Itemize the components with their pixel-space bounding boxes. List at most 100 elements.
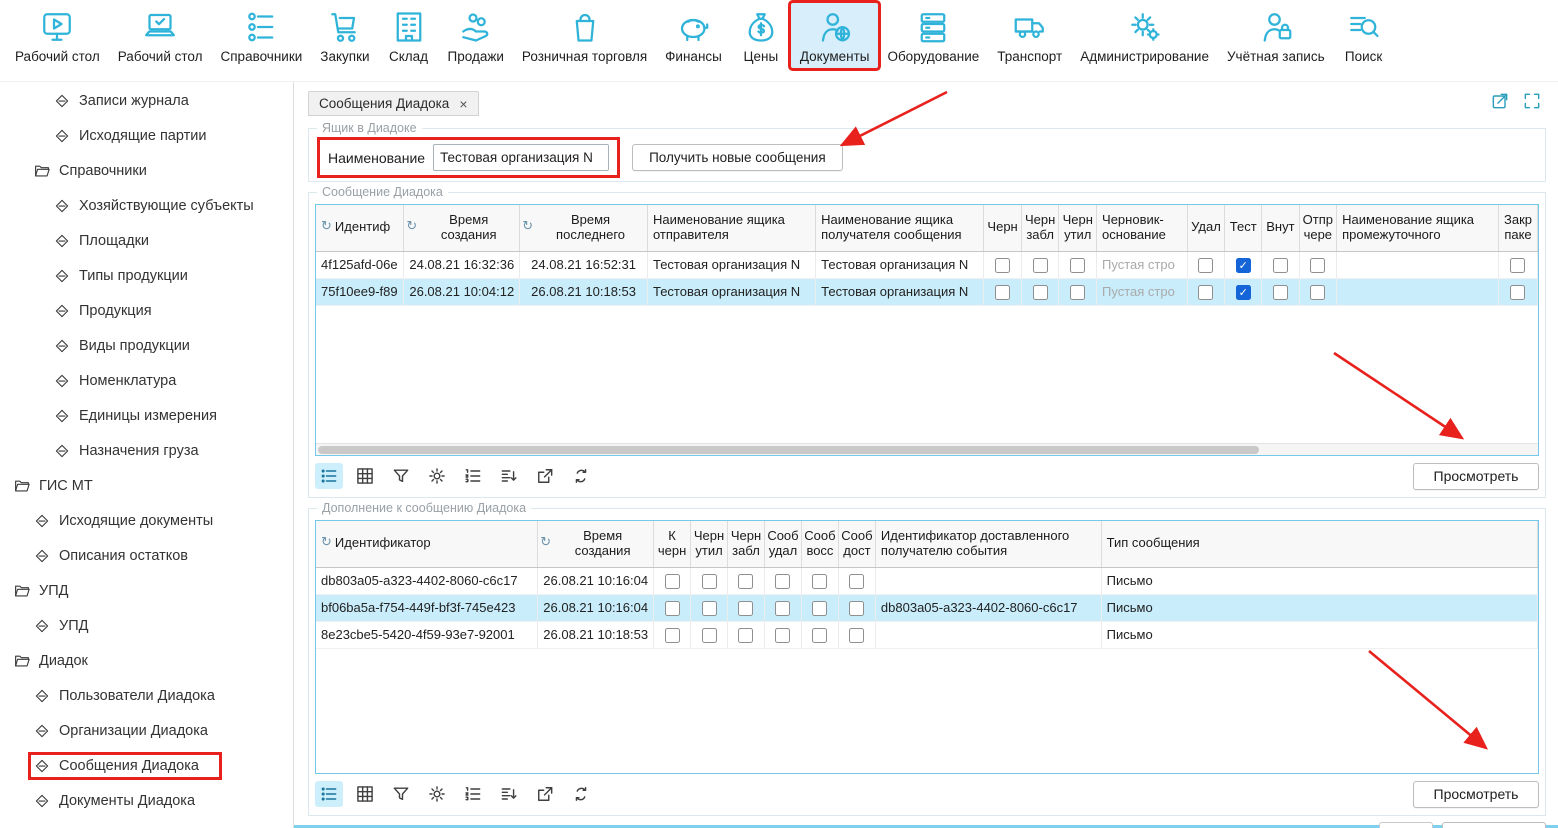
sidebar-item[interactable]: Хозяйствующие субъекты [0,188,293,223]
column-header[interactable]: Черн забл [1021,205,1059,251]
checkbox[interactable] [849,601,864,616]
view-addition-button[interactable]: Просмотреть [1413,781,1539,808]
column-header[interactable]: ↻Идентиф [316,205,404,251]
sidebar-item[interactable]: Справочники [0,153,293,188]
column-header[interactable]: Сооб удал [764,521,801,567]
column-header[interactable]: Отпр чере [1299,205,1337,251]
checkbox[interactable] [1273,285,1288,300]
sidebar-item[interactable]: Исходящие документы [0,503,293,538]
checkbox[interactable] [775,574,790,589]
column-header[interactable]: Наименование ящика получателя сообщения [816,205,984,251]
toolbar-item-documents[interactable]: Документы [791,3,879,68]
reload-button[interactable] [567,463,595,489]
export-button[interactable] [531,781,559,807]
table-row[interactable]: 4f125afd-06e24.08.21 16:32:3624.08.21 16… [316,251,1538,278]
checkbox[interactable] [665,601,680,616]
toolbar-item-transport[interactable]: Транспорт [988,3,1071,68]
checkbox[interactable] [702,601,717,616]
checkbox[interactable] [702,628,717,643]
sidebar-item[interactable]: Площадки [0,223,293,258]
table-row[interactable]: bf06ba5a-f754-449f-bf3f-745e42326.08.21 … [316,594,1538,621]
view-message-button[interactable]: Просмотреть [1413,463,1539,490]
checkbox[interactable]: ✓ [1236,285,1251,300]
sidebar-item[interactable]: Сообщения Диадока [0,748,293,783]
fetch-messages-button[interactable]: Получить новые сообщения [632,144,843,171]
checkbox[interactable] [702,574,717,589]
column-header[interactable]: Сооб восс [801,521,838,567]
view-grid-button[interactable] [351,781,379,807]
toolbar-item-catalogs[interactable]: Справочники [212,3,312,68]
sidebar-item[interactable]: Пользователи Диадока [0,678,293,713]
sort-button[interactable] [495,781,523,807]
checkbox[interactable] [812,574,827,589]
toolbar-item-search[interactable]: Поиск [1334,3,1394,68]
column-header[interactable]: Наименование ящика отправителя [647,205,815,251]
mailbox-name-input[interactable] [433,144,609,171]
popout-icon[interactable] [1490,91,1510,116]
checkbox[interactable] [665,628,680,643]
column-header[interactable]: ↻Идентификатор [316,521,538,567]
checkbox[interactable] [1198,258,1213,273]
checkbox[interactable] [1198,285,1213,300]
column-header[interactable]: Черновик-основание [1097,205,1188,251]
sidebar-item[interactable]: Документы Диадока [0,783,293,818]
checkbox[interactable] [1510,285,1525,300]
checkbox[interactable] [775,628,790,643]
table-row[interactable]: db803a05-a323-4402-8060-c6c1726.08.21 10… [316,567,1538,594]
column-header[interactable]: Сооб дост [838,521,875,567]
toolbar-item-purchases[interactable]: Закупки [311,3,378,68]
checkbox[interactable] [1070,258,1085,273]
sidebar-item[interactable]: Виды продукции [0,328,293,363]
column-header[interactable]: Тест [1225,205,1262,251]
sidebar-item[interactable]: Организации Диадока [0,713,293,748]
toolbar-item-prices[interactable]: Цены [731,3,791,68]
toolbar-item-retail[interactable]: Розничная торговля [513,3,656,68]
toolbar-item-sales[interactable]: Продажи [439,3,513,68]
sort-icon[interactable]: ↻ [522,220,533,235]
sort-icon[interactable]: ↻ [406,220,417,235]
column-header[interactable]: ↻Время создания [538,521,654,567]
sidebar-item[interactable]: Записи журнала [0,83,293,118]
scrollbar-thumb[interactable] [318,446,1259,454]
sort-icon[interactable]: ↻ [540,536,551,551]
checkbox[interactable] [1273,258,1288,273]
checkbox[interactable] [1310,285,1325,300]
checkbox[interactable] [1033,285,1048,300]
sidebar-item[interactable]: Назначения груза [0,433,293,468]
settings-button[interactable] [423,781,451,807]
export-button[interactable] [531,463,559,489]
toolbar-item-equipment[interactable]: Оборудование [878,3,988,68]
numbered-list-button[interactable] [459,781,487,807]
checkbox[interactable] [738,574,753,589]
column-header[interactable]: Тип сообщения [1101,521,1537,567]
column-header[interactable]: К черн [654,521,691,567]
column-header[interactable]: Черн забл [728,521,765,567]
checkbox[interactable] [1070,285,1085,300]
toolbar-item-account[interactable]: Учётная запись [1218,3,1334,68]
checkbox[interactable] [812,628,827,643]
sidebar-item[interactable]: Исходящие партии [0,118,293,153]
checkbox[interactable] [1510,258,1525,273]
refresh-button[interactable] [1379,822,1433,828]
fullscreen-icon[interactable] [1522,91,1542,116]
view-list-button[interactable] [315,781,343,807]
sort-icon[interactable]: ↻ [321,536,332,551]
toolbar-item-desktop-play[interactable]: Рабочий стол [6,3,109,68]
checkbox[interactable] [849,628,864,643]
reload-button[interactable] [567,781,595,807]
checkbox[interactable] [1033,258,1048,273]
checkbox[interactable] [775,601,790,616]
sidebar-item[interactable]: Диадок [0,643,293,678]
sidebar-item[interactable]: Описания остатков [0,538,293,573]
checkbox[interactable] [849,574,864,589]
filter-button[interactable] [387,463,415,489]
view-grid-button[interactable] [351,463,379,489]
sort-icon[interactable]: ↻ [321,220,332,235]
sidebar-item[interactable]: Продукция [0,293,293,328]
filter-button[interactable] [387,781,415,807]
column-header[interactable]: Наименование ящика промежуточного [1337,205,1499,251]
checkbox[interactable] [812,601,827,616]
view-list-button[interactable] [315,463,343,489]
sidebar-item[interactable]: Единицы измерения [0,398,293,433]
column-header[interactable]: Внут [1262,205,1299,251]
